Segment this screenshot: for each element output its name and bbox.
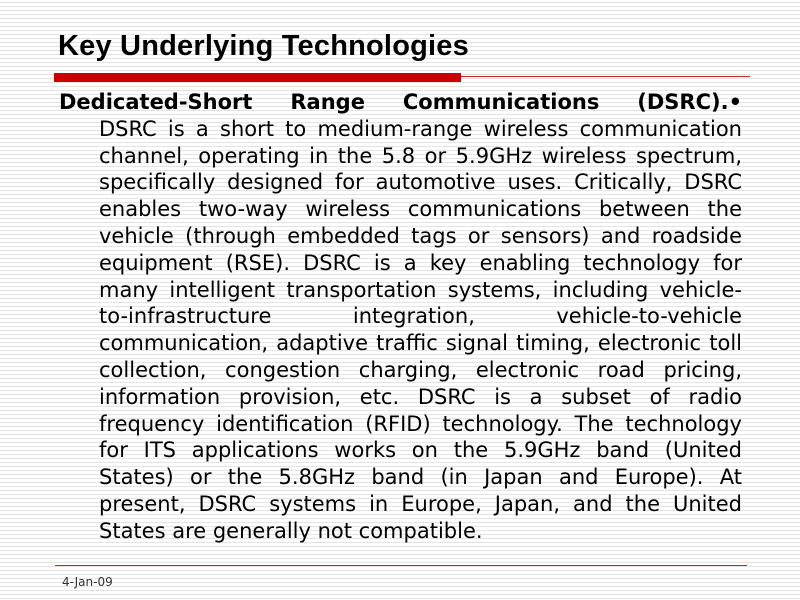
footer-date: 4-Jan-09 bbox=[62, 575, 113, 589]
footer-rule bbox=[55, 565, 747, 566]
bullet-lead-heading: Dedicated-Short Range Communications (DS… bbox=[59, 90, 742, 114]
slide-title: Key Underlying Technologies bbox=[58, 30, 469, 62]
bullet-paragraph: DSRC is a short to medium-range wireless… bbox=[99, 116, 742, 543]
slide-body: Dedicated-Short Range Communications (DS… bbox=[59, 89, 742, 545]
title-underline-accent bbox=[54, 73, 461, 82]
